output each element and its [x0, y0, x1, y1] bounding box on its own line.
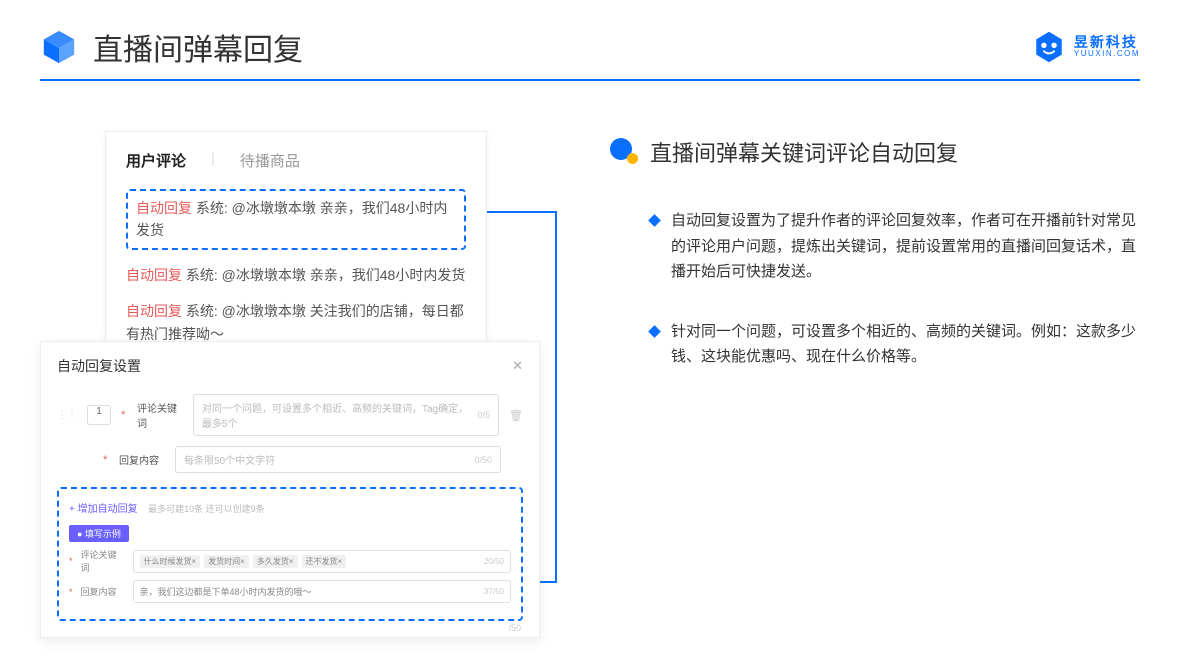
bullet-text: 自动回复设置为了提升作者的评论回复效率，作者可在开播前针对常见的评论用户问题，提…	[671, 208, 1140, 285]
logo-cn: 昱新科技	[1074, 35, 1140, 50]
example-content-row: * 回复内容 亲，我们这边都是下单48小时内发货的哦～ 37/50	[69, 580, 511, 603]
section-title: 直播间弹幕关键词评论自动回复	[650, 136, 958, 168]
ex-keyword-field[interactable]: 什么时候发货× 发货时间× 多久发货× 还不发货× 20/50	[133, 550, 511, 573]
tab-divider: |	[211, 150, 215, 171]
example-keyword-row: * 评论关键词 什么时候发货× 发货时间× 多久发货× 还不发货× 20/50	[69, 548, 511, 574]
content-label: 回复内容	[119, 452, 165, 467]
diamond-icon	[648, 214, 661, 227]
comment-text: 系统: @冰墩墩本墩 亲亲，我们48小时内发货	[186, 267, 465, 283]
example-box: + 增加自动回复 最多可建10条 还可以创建9条 ● 填写示例 * 评论关键词 …	[57, 487, 523, 621]
bullet-text: 针对同一个问题，可设置多个相近的、高频的关键词。例如：这款多少钱、这块能优惠吗、…	[671, 319, 1140, 370]
content-input[interactable]: 每条限50个中文字符 0/50	[175, 446, 501, 473]
settings-title: 自动回复设置	[57, 356, 141, 376]
keyword-row: ⋮⋮ 1 * 评论关键词 对同一个问题，可设置多个相近、高频的关键词，Tag确定…	[57, 394, 523, 436]
required-mark: *	[103, 454, 109, 466]
delete-icon[interactable]: 🗑	[509, 409, 523, 422]
connector-line	[540, 581, 557, 583]
page-title: 直播间弹幕回复	[93, 25, 303, 69]
close-icon[interactable]: ✕	[512, 358, 523, 374]
logo-hex-icon	[1032, 30, 1066, 64]
bullet-item: 自动回复设置为了提升作者的评论回复效率，作者可在开播前针对常见的评论用户问题，提…	[610, 208, 1140, 285]
ex-content-label: 回复内容	[81, 585, 125, 598]
keyword-input[interactable]: 对同一个问题，可设置多个相近、高频的关键词，Tag确定，最多5个 0/5	[193, 394, 499, 436]
comment-row: 自动回复 系统: @冰墩墩本墩 关注我们的店铺，每日都有热门推荐呦～	[126, 300, 466, 345]
settings-card: 自动回复设置 ✕ ⋮⋮ 1 * 评论关键词 对同一个问题，可设置多个相近、高频的…	[40, 341, 540, 638]
comment-row-highlighted: 自动回复 系统: @冰墩墩本墩 亲亲，我们48小时内发货	[126, 189, 466, 250]
auto-reply-tag: 自动回复	[126, 267, 182, 283]
tab-products[interactable]: 待播商品	[240, 150, 300, 171]
required-mark: *	[121, 409, 127, 421]
ex-keyword-label: 评论关键词	[81, 548, 125, 574]
tail-count: /50	[508, 623, 521, 633]
connector-line	[487, 211, 555, 213]
content-row: * 回复内容 每条限50个中文字符 0/50	[57, 446, 523, 473]
keyword-tag: 多久发货×	[253, 555, 298, 568]
auto-reply-tag: 自动回复	[136, 200, 192, 216]
example-badge: ● 填写示例	[69, 525, 129, 542]
keyword-tag: 发货时间×	[204, 555, 249, 568]
tab-comments[interactable]: 用户评论	[126, 150, 186, 171]
left-column: 用户评论 | 待播商品 自动回复 系统: @冰墩墩本墩 亲亲，我们48小时内发货…	[40, 131, 540, 601]
keyword-tag: 什么时候发货×	[140, 555, 201, 568]
drag-handle-icon[interactable]: ⋮⋮	[57, 410, 77, 421]
brand-logo: 昱新科技 YUUXIN.COM	[1032, 30, 1140, 64]
ex-content-field[interactable]: 亲，我们这边都是下单48小时内发货的哦～ 37/50	[133, 580, 511, 603]
keyword-tag: 还不发货×	[302, 555, 347, 568]
bullet-dot-icon	[610, 138, 638, 166]
content-area: 用户评论 | 待播商品 自动回复 系统: @冰墩墩本墩 亲亲，我们48小时内发货…	[0, 81, 1180, 621]
keyword-label: 评论关键词	[137, 400, 183, 430]
section-heading: 直播间弹幕关键词评论自动回复	[610, 136, 1140, 168]
add-note: 最多可建10条 还可以创建9条	[148, 504, 265, 514]
header-left: 直播间弹幕回复	[40, 25, 303, 69]
diamond-icon	[648, 325, 661, 338]
order-number[interactable]: 1	[87, 405, 111, 425]
comments-tabs: 用户评论 | 待播商品	[126, 150, 466, 171]
connector-line	[555, 211, 557, 581]
logo-en: YUUXIN.COM	[1074, 50, 1140, 59]
auto-reply-tag: 自动回复	[126, 303, 182, 319]
comment-row: 自动回复 系统: @冰墩墩本墩 亲亲，我们48小时内发货	[126, 264, 466, 286]
page-header: 直播间弹幕回复 昱新科技 YUUXIN.COM	[0, 0, 1180, 79]
bullet-item: 针对同一个问题，可设置多个相近的、高频的关键词。例如：这款多少钱、这块能优惠吗、…	[610, 319, 1140, 370]
add-autoreply-link[interactable]: + 增加自动回复	[69, 504, 138, 515]
cube-icon	[40, 28, 78, 66]
right-column: 直播间弹幕关键词评论自动回复 自动回复设置为了提升作者的评论回复效率，作者可在开…	[610, 131, 1140, 601]
